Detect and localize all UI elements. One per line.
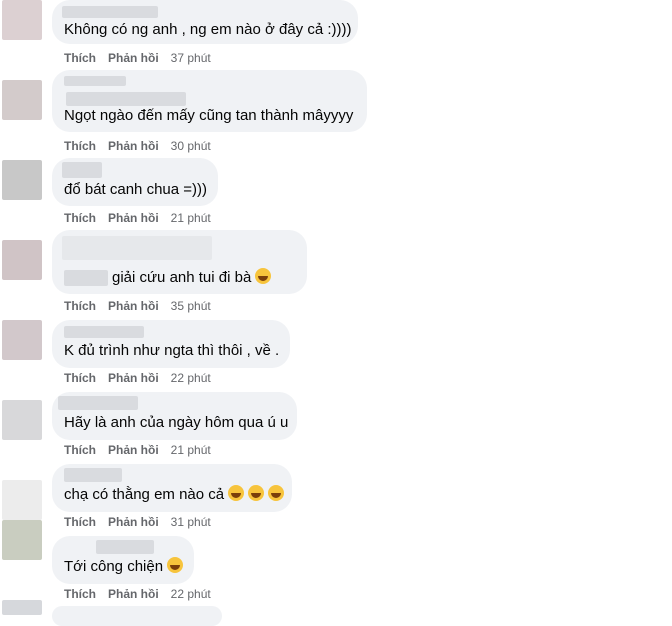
avatar[interactable] <box>2 600 42 615</box>
laughing-tears-icon <box>268 485 285 501</box>
laughing-tears-icon <box>228 485 245 501</box>
comment-timestamp[interactable]: 37 phút <box>171 51 211 65</box>
avatar[interactable] <box>2 520 42 560</box>
comment-text: K đủ trình như ngta thì thôi , về . <box>64 342 280 359</box>
comment-bubble: Hãy là anh của ngày hôm qua ú u <box>52 392 297 440</box>
avatar[interactable] <box>2 160 42 200</box>
comment-text: Ngọt ngào đến mấy cũng tan thành mâyyyy <box>64 107 354 124</box>
comment-actions: Thích Phản hồi 22 phút <box>64 586 211 602</box>
author-name-redacted[interactable] <box>62 162 102 178</box>
comment-timestamp[interactable]: 21 phút <box>171 443 211 457</box>
comment-bubble: Tới công chiện <box>52 536 194 584</box>
comment-actions: Thích Phản hồi 21 phút <box>64 442 211 458</box>
comment-actions: Thích Phản hồi 21 phút <box>64 210 211 226</box>
crying-face-icon <box>167 557 184 573</box>
reply-button[interactable]: Phản hồi <box>108 515 159 529</box>
comment-text: Hãy là anh của ngày hôm qua ú u <box>64 414 289 431</box>
author-name-redacted[interactable] <box>58 396 138 410</box>
author-name-redacted[interactable] <box>64 76 126 86</box>
comment-bubble <box>52 606 222 626</box>
comment-text-body: chạ có thằng em nào cả <box>64 486 225 503</box>
comment-timestamp[interactable]: 22 phút <box>171 371 211 385</box>
comment-timestamp[interactable]: 31 phút <box>171 515 211 529</box>
rolling-on-floor-laughing-icon <box>255 268 272 284</box>
comment-text: đổ bát canh chua =))) <box>64 181 208 198</box>
comment-text: giải cứu anh tui đi bà <box>112 268 295 288</box>
avatar[interactable] <box>2 240 42 280</box>
avatar[interactable] <box>2 0 42 40</box>
comment-bubble: Không có ng anh , ng em nào ở đây cả :))… <box>52 0 358 44</box>
comment-timestamp[interactable]: 21 phút <box>171 211 211 225</box>
like-button[interactable]: Thích <box>64 51 96 65</box>
like-button[interactable]: Thích <box>64 211 96 225</box>
author-name-redacted[interactable] <box>62 6 158 18</box>
comment-actions: Thích Phản hồi 22 phút <box>64 370 211 386</box>
like-button[interactable]: Thích <box>64 139 96 153</box>
comment-timestamp[interactable]: 35 phút <box>171 299 211 313</box>
reply-button[interactable]: Phản hồi <box>108 443 159 457</box>
comment-bubble: K đủ trình như ngta thì thôi , về . <box>52 320 290 368</box>
author-name-redacted[interactable] <box>64 468 122 482</box>
avatar[interactable] <box>2 320 42 360</box>
comment-bubble: đổ bát canh chua =))) <box>52 158 218 206</box>
comment-actions: Thích Phản hồi 31 phút <box>64 514 211 530</box>
avatar[interactable] <box>2 400 42 440</box>
like-button[interactable]: Thích <box>64 371 96 385</box>
like-button[interactable]: Thích <box>64 587 96 601</box>
author-name-redacted[interactable] <box>64 326 144 338</box>
comment-timestamp[interactable]: 22 phút <box>171 587 211 601</box>
avatar[interactable] <box>2 80 42 120</box>
comment-text: chạ có thằng em nào cả <box>64 485 285 505</box>
author-name-redacted[interactable] <box>66 92 186 106</box>
laughing-tears-icon <box>248 485 265 501</box>
avatar[interactable] <box>2 480 42 520</box>
author-name-redacted[interactable] <box>64 270 108 286</box>
comment-bubble: chạ có thằng em nào cả <box>52 464 292 512</box>
comment-timestamp[interactable]: 30 phút <box>171 139 211 153</box>
reply-button[interactable]: Phản hồi <box>108 139 159 153</box>
like-button[interactable]: Thích <box>64 299 96 313</box>
comment-actions: Thích Phản hồi 35 phút <box>64 298 211 314</box>
comment-text-body: giải cứu anh tui đi bà <box>112 269 252 286</box>
like-button[interactable]: Thích <box>64 515 96 529</box>
reply-button[interactable]: Phản hồi <box>108 587 159 601</box>
reply-button[interactable]: Phản hồi <box>108 51 159 65</box>
like-button[interactable]: Thích <box>64 443 96 457</box>
comment-text: Tới công chiện <box>64 557 184 577</box>
author-name-redacted[interactable] <box>62 236 212 260</box>
comment-text: Không có ng anh , ng em nào ở đây cả :))… <box>64 21 352 38</box>
comment-actions: Thích Phản hồi 30 phút <box>64 138 211 154</box>
comment-actions: Thích Phản hồi 37 phút <box>64 50 211 66</box>
reply-button[interactable]: Phản hồi <box>108 211 159 225</box>
reply-button[interactable]: Phản hồi <box>108 371 159 385</box>
comment-bubble: Ngọt ngào đến mấy cũng tan thành mâyyyy <box>52 70 367 132</box>
reply-button[interactable]: Phản hồi <box>108 299 159 313</box>
comment-text-body: Tới công chiện <box>64 558 164 575</box>
author-name-redacted[interactable] <box>96 540 154 554</box>
comment-bubble: giải cứu anh tui đi bà <box>52 230 307 294</box>
